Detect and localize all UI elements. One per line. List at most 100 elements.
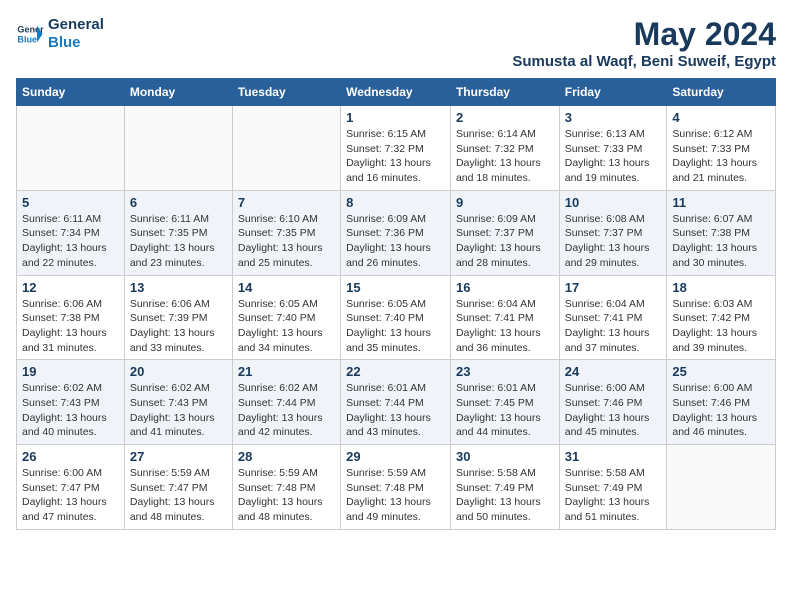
calendar-header: SundayMondayTuesdayWednesdayThursdayFrid… <box>17 79 776 106</box>
day-info: Sunrise: 6:06 AM Sunset: 7:39 PM Dayligh… <box>130 297 227 356</box>
subtitle: Sumusta al Waqf, Beni Suweif, Egypt <box>512 53 776 70</box>
day-number: 28 <box>238 449 335 464</box>
day-number: 13 <box>130 280 227 295</box>
day-number: 10 <box>565 195 662 210</box>
day-number: 6 <box>130 195 227 210</box>
day-info: Sunrise: 5:59 AM Sunset: 7:47 PM Dayligh… <box>130 466 227 525</box>
header-cell-monday: Monday <box>124 79 232 106</box>
day-cell: 6 Sunrise: 6:11 AM Sunset: 7:35 PM Daylig… <box>124 190 232 275</box>
day-cell <box>124 106 232 191</box>
day-number: 4 <box>672 110 770 125</box>
day-info: Sunrise: 6:15 AM Sunset: 7:32 PM Dayligh… <box>346 127 445 186</box>
day-info: Sunrise: 6:09 AM Sunset: 7:37 PM Dayligh… <box>456 212 554 271</box>
day-cell: 20 Sunrise: 6:02 AM Sunset: 7:43 PM Dayli… <box>124 360 232 445</box>
day-number: 27 <box>130 449 227 464</box>
day-info: Sunrise: 6:07 AM Sunset: 7:38 PM Dayligh… <box>672 212 770 271</box>
day-cell: 13 Sunrise: 6:06 AM Sunset: 7:39 PM Dayli… <box>124 275 232 360</box>
day-number: 25 <box>672 364 770 379</box>
day-number: 15 <box>346 280 445 295</box>
day-cell: 10 Sunrise: 6:08 AM Sunset: 7:37 PM Dayli… <box>559 190 667 275</box>
day-number: 12 <box>22 280 119 295</box>
day-number: 9 <box>456 195 554 210</box>
day-info: Sunrise: 6:06 AM Sunset: 7:38 PM Dayligh… <box>22 297 119 356</box>
day-cell: 11 Sunrise: 6:07 AM Sunset: 7:38 PM Dayli… <box>667 190 776 275</box>
page-header: General Blue General Blue May 2024 Sumus… <box>16 16 776 70</box>
header-cell-thursday: Thursday <box>450 79 559 106</box>
day-cell: 7 Sunrise: 6:10 AM Sunset: 7:35 PM Daylig… <box>232 190 340 275</box>
day-info: Sunrise: 6:04 AM Sunset: 7:41 PM Dayligh… <box>456 297 554 356</box>
header-cell-wednesday: Wednesday <box>341 79 451 106</box>
day-cell: 1Sunrise: 6:15 AM Sunset: 7:32 PM Daylig… <box>341 106 451 191</box>
day-number: 14 <box>238 280 335 295</box>
day-info: Sunrise: 6:08 AM Sunset: 7:37 PM Dayligh… <box>565 212 662 271</box>
day-info: Sunrise: 6:02 AM Sunset: 7:44 PM Dayligh… <box>238 381 335 440</box>
day-cell: 29Sunrise: 5:59 AM Sunset: 7:48 PM Dayli… <box>341 445 451 530</box>
day-cell: 2Sunrise: 6:14 AM Sunset: 7:32 PM Daylig… <box>450 106 559 191</box>
day-cell: 24 Sunrise: 6:00 AM Sunset: 7:46 PM Dayli… <box>559 360 667 445</box>
day-cell: 14Sunrise: 6:05 AM Sunset: 7:40 PM Dayli… <box>232 275 340 360</box>
day-number: 5 <box>22 195 119 210</box>
header-cell-saturday: Saturday <box>667 79 776 106</box>
day-info: Sunrise: 6:00 AM Sunset: 7:46 PM Dayligh… <box>672 381 770 440</box>
day-cell: 9 Sunrise: 6:09 AM Sunset: 7:37 PM Daylig… <box>450 190 559 275</box>
day-number: 24 <box>565 364 662 379</box>
logo-blue: Blue <box>48 34 104 52</box>
header-cell-sunday: Sunday <box>17 79 125 106</box>
week-row-5: 26 Sunrise: 6:00 AM Sunset: 7:47 PM Dayli… <box>17 445 776 530</box>
week-row-2: 5 Sunrise: 6:11 AM Sunset: 7:34 PM Daylig… <box>17 190 776 275</box>
day-cell: 28Sunrise: 5:59 AM Sunset: 7:48 PM Dayli… <box>232 445 340 530</box>
day-cell: 26 Sunrise: 6:00 AM Sunset: 7:47 PM Dayli… <box>17 445 125 530</box>
day-cell: 23Sunrise: 6:01 AM Sunset: 7:45 PM Dayli… <box>450 360 559 445</box>
calendar-body: 1Sunrise: 6:15 AM Sunset: 7:32 PM Daylig… <box>17 106 776 530</box>
day-cell: 12 Sunrise: 6:06 AM Sunset: 7:38 PM Dayli… <box>17 275 125 360</box>
day-info: Sunrise: 6:00 AM Sunset: 7:47 PM Dayligh… <box>22 466 119 525</box>
day-info: Sunrise: 6:10 AM Sunset: 7:35 PM Dayligh… <box>238 212 335 271</box>
day-number: 26 <box>22 449 119 464</box>
week-row-4: 19Sunrise: 6:02 AM Sunset: 7:43 PM Dayli… <box>17 360 776 445</box>
day-number: 29 <box>346 449 445 464</box>
day-info: Sunrise: 6:03 AM Sunset: 7:42 PM Dayligh… <box>672 297 770 356</box>
day-info: Sunrise: 6:13 AM Sunset: 7:33 PM Dayligh… <box>565 127 662 186</box>
day-info: Sunrise: 6:11 AM Sunset: 7:35 PM Dayligh… <box>130 212 227 271</box>
day-info: Sunrise: 6:01 AM Sunset: 7:45 PM Dayligh… <box>456 381 554 440</box>
svg-text:Blue: Blue <box>17 34 37 44</box>
logo-general: General <box>48 16 104 34</box>
calendar-table: SundayMondayTuesdayWednesdayThursdayFrid… <box>16 78 776 530</box>
day-number: 17 <box>565 280 662 295</box>
day-cell: 27 Sunrise: 5:59 AM Sunset: 7:47 PM Dayli… <box>124 445 232 530</box>
header-cell-friday: Friday <box>559 79 667 106</box>
day-number: 3 <box>565 110 662 125</box>
main-title: May 2024 <box>512 16 776 53</box>
day-number: 11 <box>672 195 770 210</box>
day-cell: 17 Sunrise: 6:04 AM Sunset: 7:41 PM Dayli… <box>559 275 667 360</box>
day-info: Sunrise: 6:02 AM Sunset: 7:43 PM Dayligh… <box>130 381 227 440</box>
day-info: Sunrise: 5:58 AM Sunset: 7:49 PM Dayligh… <box>456 466 554 525</box>
day-info: Sunrise: 6:09 AM Sunset: 7:36 PM Dayligh… <box>346 212 445 271</box>
day-cell: 25 Sunrise: 6:00 AM Sunset: 7:46 PM Dayli… <box>667 360 776 445</box>
day-info: Sunrise: 6:04 AM Sunset: 7:41 PM Dayligh… <box>565 297 662 356</box>
logo: General Blue General Blue <box>16 16 104 52</box>
day-number: 20 <box>130 364 227 379</box>
day-info: Sunrise: 6:00 AM Sunset: 7:46 PM Dayligh… <box>565 381 662 440</box>
day-number: 21 <box>238 364 335 379</box>
day-info: Sunrise: 5:58 AM Sunset: 7:49 PM Dayligh… <box>565 466 662 525</box>
day-number: 7 <box>238 195 335 210</box>
day-cell: 22 Sunrise: 6:01 AM Sunset: 7:44 PM Dayli… <box>341 360 451 445</box>
day-cell <box>232 106 340 191</box>
day-number: 22 <box>346 364 445 379</box>
title-block: May 2024 Sumusta al Waqf, Beni Suweif, E… <box>512 16 776 70</box>
day-info: Sunrise: 6:01 AM Sunset: 7:44 PM Dayligh… <box>346 381 445 440</box>
day-number: 8 <box>346 195 445 210</box>
day-number: 2 <box>456 110 554 125</box>
day-info: Sunrise: 6:11 AM Sunset: 7:34 PM Dayligh… <box>22 212 119 271</box>
day-number: 31 <box>565 449 662 464</box>
day-cell: 19Sunrise: 6:02 AM Sunset: 7:43 PM Dayli… <box>17 360 125 445</box>
day-cell: 18Sunrise: 6:03 AM Sunset: 7:42 PM Dayli… <box>667 275 776 360</box>
day-cell: 8 Sunrise: 6:09 AM Sunset: 7:36 PM Daylig… <box>341 190 451 275</box>
day-cell: 15Sunrise: 6:05 AM Sunset: 7:40 PM Dayli… <box>341 275 451 360</box>
day-cell: 16Sunrise: 6:04 AM Sunset: 7:41 PM Dayli… <box>450 275 559 360</box>
day-info: Sunrise: 6:12 AM Sunset: 7:33 PM Dayligh… <box>672 127 770 186</box>
week-row-1: 1Sunrise: 6:15 AM Sunset: 7:32 PM Daylig… <box>17 106 776 191</box>
header-cell-tuesday: Tuesday <box>232 79 340 106</box>
day-cell: 5 Sunrise: 6:11 AM Sunset: 7:34 PM Daylig… <box>17 190 125 275</box>
